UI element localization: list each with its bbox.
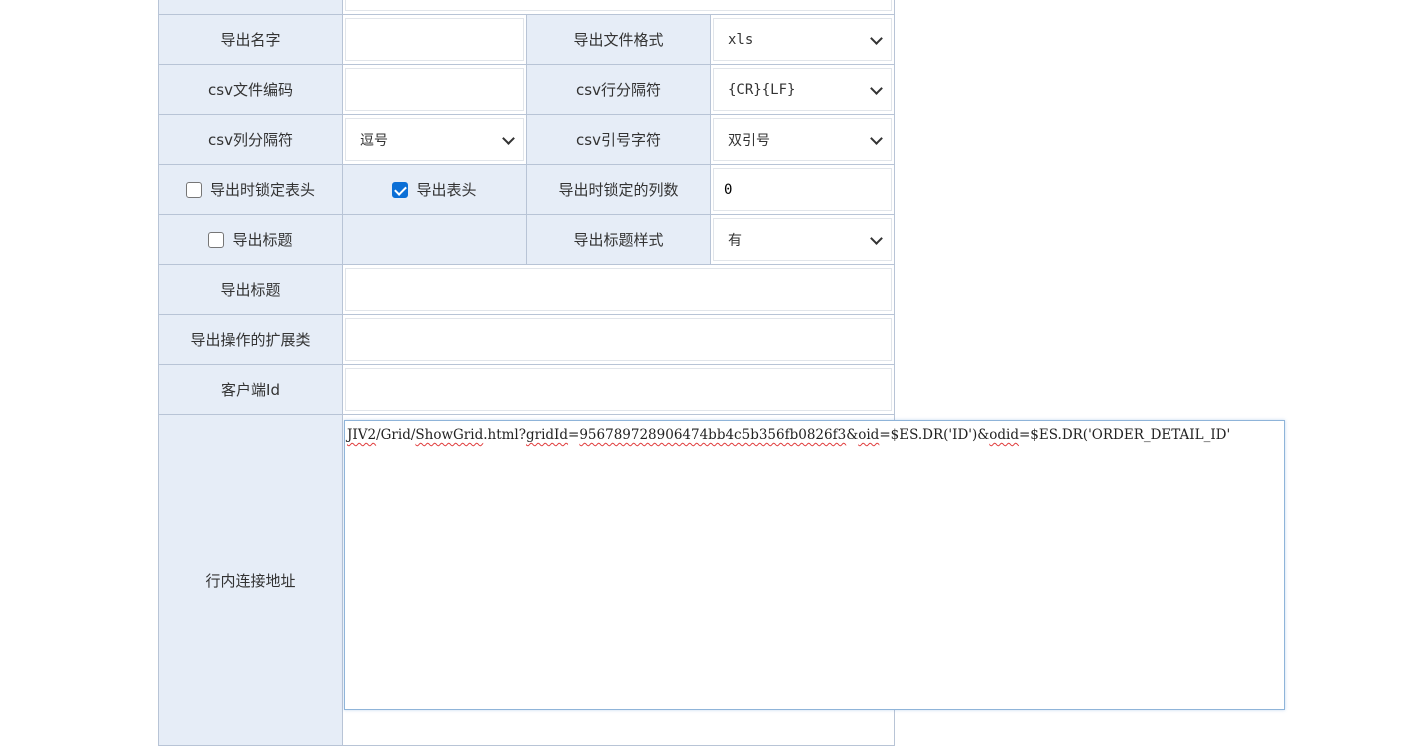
title-style-value: 有 (728, 232, 742, 249)
top-partial-label (158, 0, 343, 15)
export-title-option[interactable]: 导出标题 (159, 229, 342, 250)
csv-quote-select[interactable]: 双引号 (713, 118, 892, 161)
export-title-label: 导出标题 (158, 264, 343, 315)
client-id-input[interactable] (345, 368, 892, 411)
chevron-down-icon (870, 231, 883, 245)
export-header-option[interactable]: 导出表头 (343, 179, 526, 200)
csv-col-sep-label: csv列分隔符 (158, 114, 343, 165)
url-part: & (846, 427, 859, 443)
row-export-name: 导出名字 导出文件格式 xls (158, 14, 895, 65)
client-id-label: 客户端Id (158, 364, 343, 415)
ext-class-cell (342, 314, 895, 365)
locked-cols-input[interactable] (713, 168, 892, 211)
lock-header-cell: 导出时锁定表头 (158, 164, 343, 215)
url-part: /Grid/ (376, 427, 416, 443)
export-title-cell (342, 264, 895, 315)
lock-header-label: 导出时锁定表头 (209, 181, 315, 199)
chevron-down-icon (502, 131, 515, 145)
export-format-select[interactable]: xls (713, 18, 892, 61)
row-export-title: 导出标题 (158, 264, 895, 315)
url-part: JIV2 (347, 427, 377, 443)
export-header-cell: 导出表头 (342, 164, 527, 215)
url-part: = (568, 427, 580, 443)
locked-cols-label: 导出时锁定的列数 (526, 164, 711, 215)
row-ext-class: 导出操作的扩展类 (158, 314, 895, 365)
csv-col-sep-cell: 逗号 (342, 114, 527, 165)
empty-cell (342, 214, 527, 265)
url-part: odid (989, 427, 1019, 443)
ext-class-input[interactable] (345, 318, 892, 361)
chevron-down-icon (870, 81, 883, 95)
csv-quote-value: 双引号 (728, 132, 770, 149)
csv-quote-label: csv引号字符 (526, 114, 711, 165)
top-partial-input[interactable] (345, 0, 892, 11)
top-partial-row (158, 0, 895, 15)
export-name-input[interactable] (345, 18, 524, 61)
row-title-settings: 导出标题 导出标题样式 有 (158, 214, 895, 265)
row-csv-separators: csv列分隔符 逗号 csv引号字符 双引号 (158, 114, 895, 165)
export-header-checkbox[interactable] (392, 181, 409, 198)
export-title-chk-label: 导出标题 (232, 231, 293, 249)
top-partial-field (342, 0, 895, 15)
row-lock-settings: 导出时锁定表头 导出表头 导出时锁定的列数 (158, 164, 895, 215)
row-link-textarea[interactable]: JIV2/Grid/ShowGrid.html?gridId=956789728… (344, 420, 1285, 710)
url-part: ShowGrid (415, 427, 484, 443)
csv-encoding-cell (342, 64, 527, 115)
row-csv-encoding: csv文件编码 csv行分隔符 {CR}{LF} (158, 64, 895, 115)
csv-row-sep-value: {CR}{LF} (728, 81, 796, 98)
export-format-cell: xls (710, 14, 895, 65)
csv-row-sep-cell: {CR}{LF} (710, 64, 895, 115)
chevron-down-icon (870, 131, 883, 145)
chevron-down-icon (870, 31, 883, 45)
ext-class-label: 导出操作的扩展类 (158, 314, 343, 365)
row-link-label: 行内连接地址 (158, 414, 343, 746)
title-style-select[interactable]: 有 (713, 218, 892, 261)
csv-encoding-input[interactable] (345, 68, 524, 111)
title-style-label: 导出标题样式 (526, 214, 711, 265)
csv-row-sep-select[interactable]: {CR}{LF} (713, 68, 892, 111)
csv-col-sep-value: 逗号 (360, 132, 388, 149)
url-part: oid (858, 427, 880, 443)
client-id-cell (342, 364, 895, 415)
export-format-label: 导出文件格式 (526, 14, 711, 65)
export-title-input[interactable] (345, 268, 892, 311)
lock-header-checkbox[interactable] (185, 181, 202, 198)
url-part: gridId (526, 427, 569, 443)
csv-quote-cell: 双引号 (710, 114, 895, 165)
export-title-chk-cell: 导出标题 (158, 214, 343, 265)
url-part: =$ES.DR('ID')& (879, 427, 990, 443)
url-part: 956789728906474bb4c5b356fb0826f3 (579, 427, 847, 443)
export-title-checkbox[interactable] (208, 231, 225, 248)
export-format-value: xls (728, 31, 754, 48)
locked-cols-cell (710, 164, 895, 215)
export-name-cell (342, 14, 527, 65)
export-header-label: 导出表头 (416, 181, 477, 199)
csv-row-sep-label: csv行分隔符 (526, 64, 711, 115)
csv-encoding-label: csv文件编码 (158, 64, 343, 115)
url-part: =$ES.DR('ORDER_DETAIL_ID' (1019, 427, 1231, 443)
url-part: .html? (483, 427, 526, 443)
row-client-id: 客户端Id (158, 364, 895, 415)
csv-col-sep-select[interactable]: 逗号 (345, 118, 524, 161)
export-name-label: 导出名字 (158, 14, 343, 65)
lock-header-option[interactable]: 导出时锁定表头 (159, 179, 342, 200)
title-style-cell: 有 (710, 214, 895, 265)
